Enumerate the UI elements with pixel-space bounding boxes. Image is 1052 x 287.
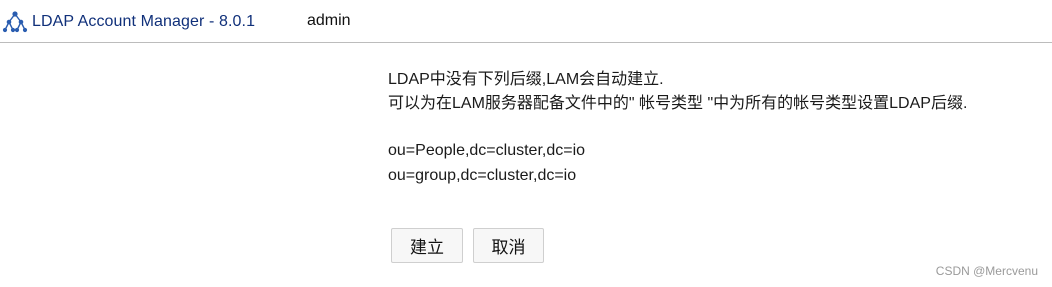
cancel-button[interactable]: 取消 — [473, 228, 544, 263]
suffix-item: ou=group,dc=cluster,dc=io — [388, 167, 577, 184]
app-title[interactable]: LDAP Account Manager - 8.0.1 — [32, 13, 255, 31]
info-message-line-1: LDAP中没有下列后缀,LAM会自动建立. — [388, 71, 664, 88]
missing-suffix-list: ou=People,dc=cluster,dc=io ou=group,dc=c… — [388, 138, 1048, 188]
home-link[interactable]: LDAP Account Manager - 8.0.1 — [2, 9, 255, 35]
suffix-item: ou=People,dc=cluster,dc=io — [388, 142, 586, 159]
info-message-line-2: 可以为在LAM服务器配备文件中的" 帐号类型 "中为所有的帐号类型设置LDAP后… — [388, 95, 968, 112]
create-button[interactable]: 建立 — [391, 228, 463, 263]
lam-network-logo-icon — [2, 9, 28, 35]
source-watermark: CSDN @Mercvenu — [935, 264, 1038, 278]
logged-in-user: admin — [307, 12, 351, 29]
missing-suffix-panel: LDAP中没有下列后缀,LAM会自动建立. 可以为在LAM服务器配备文件中的" … — [388, 68, 1048, 188]
top-header: LDAP Account Manager - 8.0.1 admin — [0, 0, 1052, 43]
